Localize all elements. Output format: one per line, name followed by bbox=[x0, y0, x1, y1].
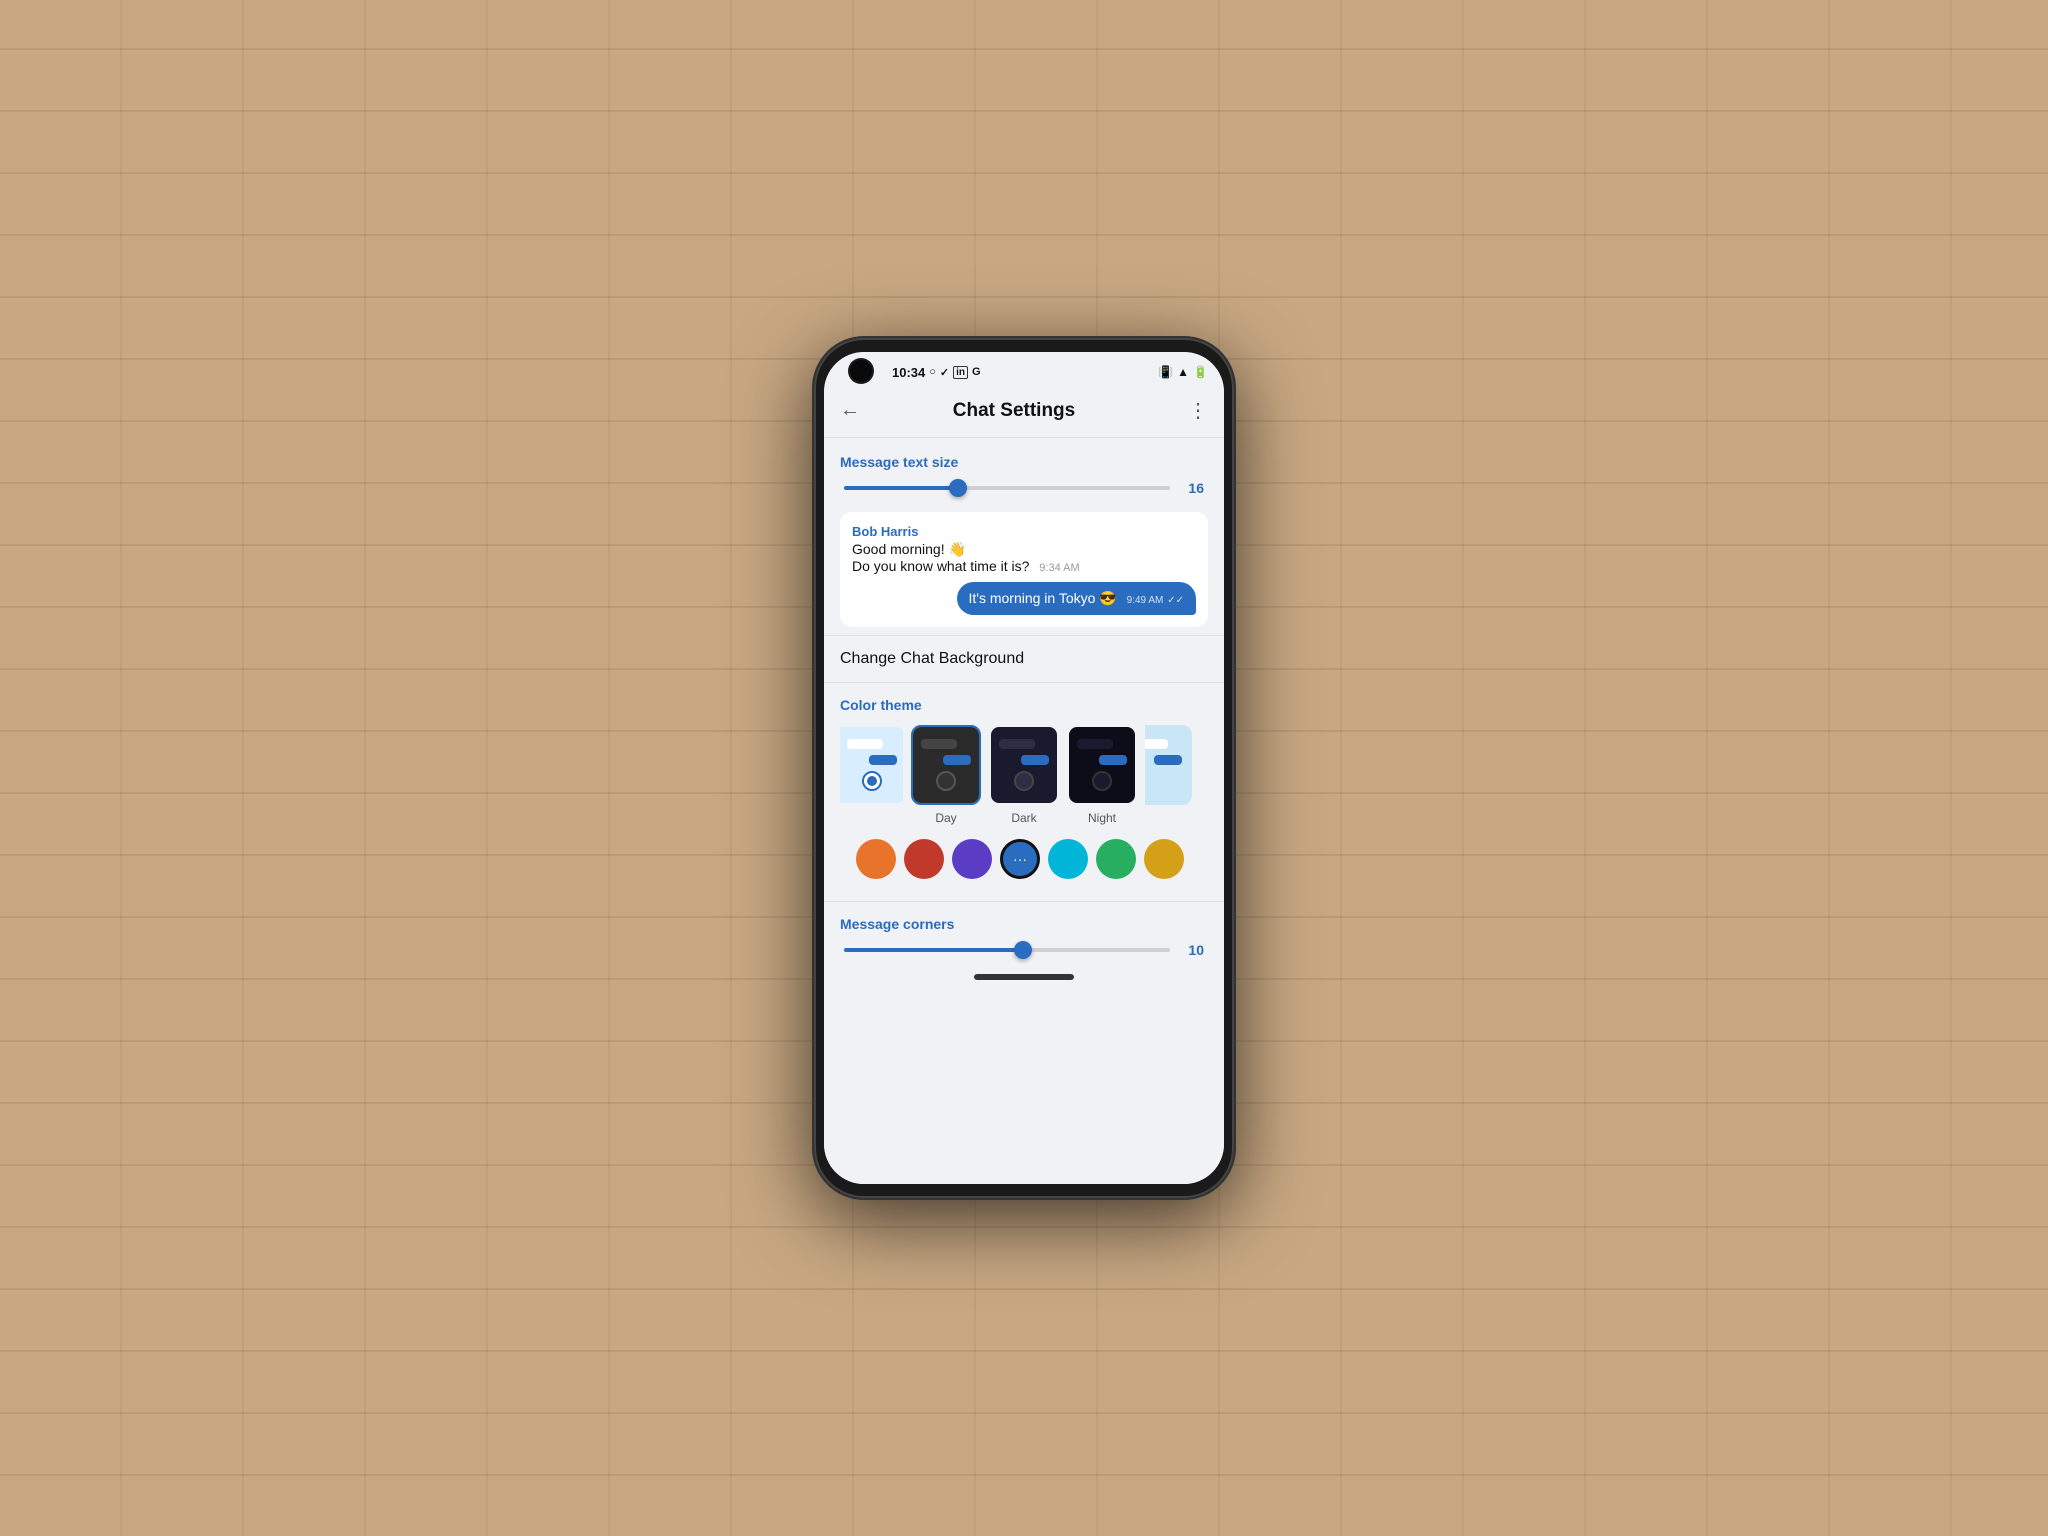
status-icon-check: ✓ bbox=[940, 366, 949, 379]
theme-dark-label: Dark bbox=[1011, 811, 1036, 825]
color-dot-orange[interactable] bbox=[856, 839, 896, 879]
sent-message-row: It's morning in Tokyo 😎 9:49 AM ✓✓ bbox=[852, 582, 1196, 615]
content-area: Message text size 16 Bob Harris Good mor… bbox=[824, 438, 1224, 1184]
home-indicator bbox=[974, 974, 1074, 980]
status-icon-circle: ○ bbox=[929, 366, 936, 378]
chat-msg2-text: Do you know what time it is? bbox=[852, 558, 1029, 574]
status-icon-linkedin: in bbox=[953, 366, 968, 379]
theme-day-label: Day bbox=[935, 811, 956, 825]
camera-hole bbox=[850, 360, 872, 382]
chat-msg2: Do you know what time it is? 9:34 AM bbox=[852, 558, 1196, 574]
status-icons-right: 📳 ▲ 🔋 bbox=[1158, 365, 1208, 379]
screen: 10:34 ○ ✓ in G 📳 ▲ 🔋 ← Chat Settings ⋮ bbox=[824, 352, 1224, 1184]
theme-night-label: Night bbox=[1088, 811, 1116, 825]
sent-time: 9:49 AM bbox=[1127, 595, 1164, 606]
text-size-slider-row: 16 bbox=[840, 480, 1208, 496]
corners-value: 10 bbox=[1180, 942, 1204, 958]
change-chat-background[interactable]: Change Chat Background bbox=[824, 635, 1224, 683]
message-corners-label: Message corners bbox=[840, 916, 1208, 932]
status-time: 10:34 ○ ✓ in G bbox=[892, 365, 981, 380]
color-dot-red[interactable] bbox=[904, 839, 944, 879]
more-options-button[interactable]: ⋮ bbox=[1184, 394, 1212, 427]
color-dot-blue-selected[interactable]: ··· bbox=[1000, 839, 1040, 879]
chat-preview: Bob Harris Good morning! 👋 Do you know w… bbox=[840, 512, 1208, 627]
color-dot-green[interactable] bbox=[1096, 839, 1136, 879]
hand-scene: 10:34 ○ ✓ in G 📳 ▲ 🔋 ← Chat Settings ⋮ bbox=[574, 218, 1474, 1318]
corners-slider-thumb[interactable] bbox=[1014, 941, 1032, 959]
topbar: ← Chat Settings ⋮ bbox=[824, 388, 1224, 438]
page-title: Chat Settings bbox=[872, 400, 1156, 422]
theme-options-list: Day Dark bbox=[840, 725, 1208, 829]
read-check-icon: ✓✓ bbox=[1167, 595, 1184, 606]
color-dot-gold[interactable] bbox=[1144, 839, 1184, 879]
theme-option-day[interactable]: Day bbox=[911, 725, 981, 825]
battery-icon: 🔋 bbox=[1193, 365, 1208, 379]
selected-dot-icon: ··· bbox=[1013, 851, 1027, 867]
sent-text: It's morning in Tokyo 😎 bbox=[969, 590, 1117, 606]
color-dots-list: ··· bbox=[840, 829, 1208, 893]
color-theme-label: Color theme bbox=[840, 697, 1208, 713]
color-dot-cyan[interactable] bbox=[1048, 839, 1088, 879]
chat-msg1: Good morning! 👋 bbox=[852, 541, 1196, 558]
message-text-size-section: Message text size 16 bbox=[824, 438, 1224, 504]
change-bg-label: Change Chat Background bbox=[840, 650, 1024, 667]
chat-time1: 9:34 AM bbox=[1039, 562, 1079, 574]
text-size-slider-fill bbox=[844, 486, 958, 490]
text-size-value: 16 bbox=[1180, 480, 1204, 496]
color-theme-section: Color theme bbox=[824, 683, 1224, 901]
back-button[interactable]: ← bbox=[836, 395, 864, 426]
sent-message: It's morning in Tokyo 😎 9:49 AM ✓✓ bbox=[957, 582, 1197, 615]
text-size-slider-track[interactable] bbox=[844, 486, 1170, 490]
status-bar: 10:34 ○ ✓ in G 📳 ▲ 🔋 bbox=[824, 352, 1224, 388]
vibrate-icon: 📳 bbox=[1158, 365, 1173, 379]
status-icon-g: G bbox=[972, 366, 981, 378]
received-message: Bob Harris Good morning! 👋 Do you know w… bbox=[852, 524, 1196, 574]
corners-slider-fill bbox=[844, 948, 1023, 952]
message-text-size-label: Message text size bbox=[840, 454, 1208, 470]
theme-option-dark[interactable]: Dark bbox=[989, 725, 1059, 825]
theme-option-arctic-partial[interactable] bbox=[1145, 725, 1208, 825]
chat-sender-name: Bob Harris bbox=[852, 524, 1196, 539]
corners-slider-track[interactable] bbox=[844, 948, 1170, 952]
color-dot-purple[interactable] bbox=[952, 839, 992, 879]
wifi-icon: ▲ bbox=[1177, 365, 1189, 379]
corners-slider-row: 10 bbox=[840, 942, 1208, 958]
message-corners-section: Message corners 10 bbox=[824, 901, 1224, 966]
time-display: 10:34 bbox=[892, 365, 925, 380]
theme-option-classic-partial[interactable] bbox=[840, 725, 903, 825]
phone: 10:34 ○ ✓ in G 📳 ▲ 🔋 ← Chat Settings ⋮ bbox=[814, 338, 1234, 1198]
text-size-slider-thumb[interactable] bbox=[949, 479, 967, 497]
theme-option-night[interactable]: Night bbox=[1067, 725, 1137, 825]
